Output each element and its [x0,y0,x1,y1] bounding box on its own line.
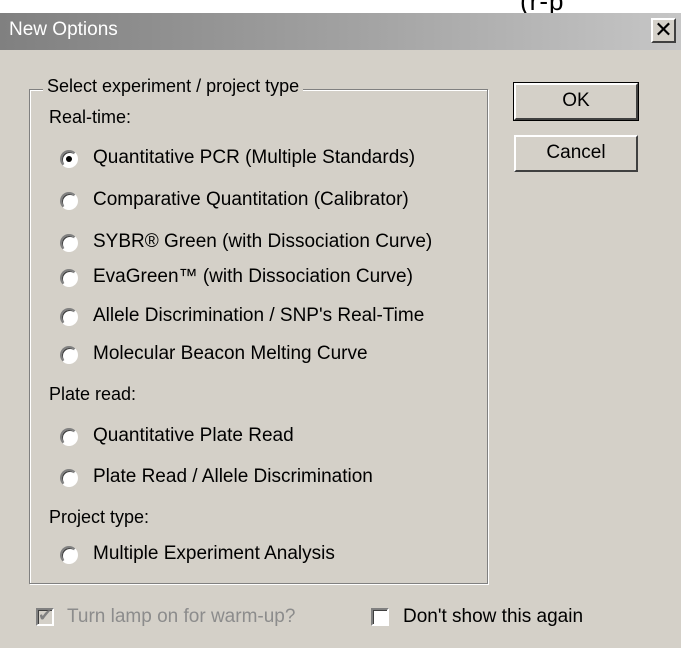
radio-label: Comparative Quantitation (Calibrator) [93,189,409,210]
lamp-checkbox-label: Turn lamp on for warm-up? [67,606,296,627]
section-label-plate-read: Plate read: [49,384,137,404]
radio-label: Molecular Beacon Melting Curve [93,343,368,364]
radio-button[interactable] [60,308,78,326]
radio-label: Quantitative PCR (Multiple Standards) [93,147,416,168]
window-title: New Options [9,19,118,40]
dont-show-checkbox[interactable] [371,608,389,626]
radio-button[interactable] [60,546,78,564]
radio-label: Quantitative Plate Read [93,425,294,446]
radio-button[interactable] [60,192,78,210]
radio-button[interactable] [60,269,78,287]
lamp-checkbox: ✔ [36,606,54,626]
radio-button-checked[interactable] [60,150,78,168]
radio-button[interactable] [60,428,78,446]
group-legend: Select experiment / project type [43,76,304,97]
close-icon: ✕ [654,17,673,42]
section-label-project-type: Project type: [49,507,150,527]
radio-button[interactable] [60,234,78,252]
radio-button[interactable] [60,469,78,487]
radio-label: EvaGreen™ (with Dissociation Curve) [93,266,413,287]
radio-label: Multiple Experiment Analysis [93,543,335,564]
background-strip: (r-p [0,0,681,16]
cancel-button[interactable]: Cancel [514,135,638,172]
radio-button[interactable] [60,346,78,364]
dont-show-checkbox-label[interactable]: Don't show this again [403,606,583,628]
close-button[interactable]: ✕ [651,18,676,43]
title-bar[interactable]: New Options ✕ [0,13,681,50]
radio-label: Plate Read / Allele Discrimination [93,466,373,487]
radio-label: SYBR® Green (with Dissociation Curve) [93,231,433,252]
section-label-realtime: Real-time: [49,107,132,127]
checkmark-icon: ✔ [38,606,53,625]
radio-label: Allele Discrimination / SNP's Real-Time [93,305,425,326]
ok-button[interactable]: OK [513,82,639,121]
